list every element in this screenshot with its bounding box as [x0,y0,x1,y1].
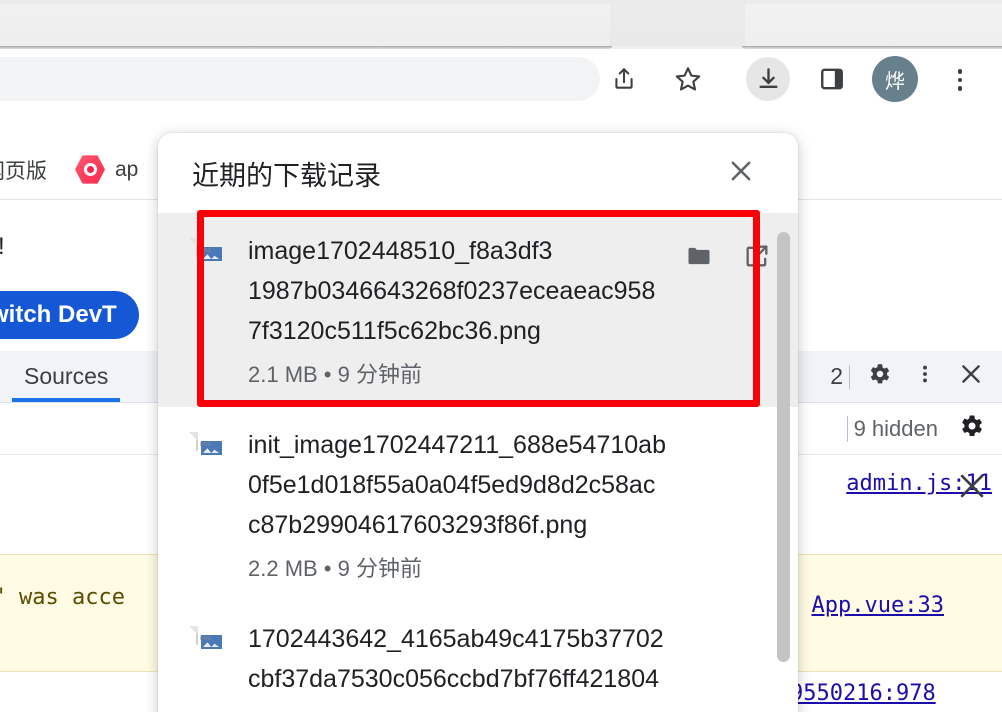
page-overlay-close-button[interactable] [955,469,989,503]
file-name-line: 7f3120c511f5c62bc36.png [248,317,541,345]
divider [846,415,848,442]
gear-icon [957,412,985,445]
bookmark-item-webversion[interactable]: 网页版 [0,155,61,185]
browser-tab-active[interactable] [0,4,610,50]
download-file-name: image1702448510_f8a3df3 1987b0346643268f… [248,237,655,345]
downloads-list: PNG image1702448510_f8a3df3 1987b0346643… [158,213,798,712]
downloads-bubble-title: 近期的下载记录 [192,160,381,191]
show-in-folder-button[interactable] [684,243,714,273]
folder-icon [685,242,713,275]
address-bar[interactable] [0,57,600,101]
list-item[interactable]: PNG 1702443642_4165ab49c4175b37702 cbf37… [158,601,798,712]
avatar[interactable]: 烨 [872,56,918,102]
close-icon [955,474,989,507]
file-name-line: init_image1702447211_688e54710ab [248,431,666,459]
devtools-message: hese! [0,233,5,261]
console-source-link[interactable]: App.vue:33 [812,593,944,618]
tab-sources[interactable]: Sources [0,351,132,402]
three-dot-menu-icon [957,69,963,74]
share-button[interactable] [602,57,646,101]
three-dot-menu-icon [914,361,936,392]
hidden-messages-label: 9 hidden [853,415,938,441]
open-in-new-icon [743,242,771,275]
browser-toolbar [0,49,1002,110]
switch-devtools-button[interactable]: Switch DevT [0,291,139,339]
console-settings-button[interactable] [948,403,994,455]
share-icon [611,66,637,92]
console-source-link[interactable]: 9550216:978 [790,681,936,706]
downloads-bubble-close-button[interactable] [724,156,758,190]
download-file-name: 1702443642_4165ab49c4175b37702 cbf37da75… [248,625,664,693]
side-panel-button[interactable] [810,57,854,101]
devtools-tabbar-actions: 2 [830,351,1002,402]
download-item-meta: 2.2 MB • 9 分钟前 [248,556,422,581]
bookmark-label: ap [115,157,139,181]
download-item-body: 1702443642_4165ab49c4175b37702 cbf37da75… [248,619,772,699]
browser-menu-button[interactable] [945,57,975,103]
download-item-body: init_image1702447211_688e54710ab 0f5e1d0… [248,425,772,583]
bookmark-button[interactable] [666,57,710,101]
tab-strip [0,0,1002,50]
file-name-line: 1987b0346643268f0237eceaeac958 [248,277,656,305]
hexagon-logo-icon [75,155,105,184]
file-name-line: cbf37da7530c056ccbd7bf76ff421804 [248,665,660,693]
bookmark-item-ap[interactable]: ap [61,155,152,185]
file-name-line: 1702443642_4165ab49c4175b37702 [248,625,664,653]
png-file-icon: PNG [196,626,226,663]
close-icon [726,156,756,191]
list-item[interactable]: PNG init_image1702447211_688e54710ab 0f5… [158,407,798,601]
side-panel-icon [819,66,845,92]
devtools-more-button[interactable] [902,351,948,403]
devtools-settings-button[interactable] [856,351,902,403]
download-item-meta: 2.1 MB • 9 分钟前 [248,362,422,387]
devtools-close-button[interactable] [948,351,994,403]
file-name-line: image1702448510_f8a3df3 [248,237,553,265]
download-item-body: image1702448510_f8a3df3 1987b0346643268f… [248,231,670,389]
open-file-button[interactable] [742,243,772,273]
browser-tab-secondary[interactable] [745,4,1002,50]
avatar-label: 烨 [885,70,905,93]
star-icon [674,65,702,93]
downloads-bubble: 近期的下载记录 PNG image1702448510_f8a3df3 1987… [158,133,798,712]
divider [849,364,850,389]
download-file-name: init_image1702447211_688e54710ab 0f5e1d0… [248,431,666,539]
png-file-icon: PNG [196,238,226,275]
download-item-actions [684,243,772,273]
close-icon [958,361,984,392]
downloads-button[interactable] [746,57,790,101]
list-item[interactable]: PNG image1702448510_f8a3df3 1987b0346643… [158,213,798,407]
download-icon [755,66,782,93]
file-name-line: c87b29904617603293f86f.png [248,511,588,539]
devtools-error-count: 2 [830,363,843,389]
bookmark-label: 网页版 [0,159,47,183]
console-warning-text: Cn" was acce [0,585,125,610]
gear-icon [866,361,892,392]
file-name-line: 0f5e1d018f55a0a04f5ed9d8d2c58ac [248,471,656,499]
png-file-icon: PNG [196,432,226,469]
downloads-bubble-header: 近期的下载记录 [158,133,798,213]
downloads-list-scrollbar[interactable] [777,232,790,662]
